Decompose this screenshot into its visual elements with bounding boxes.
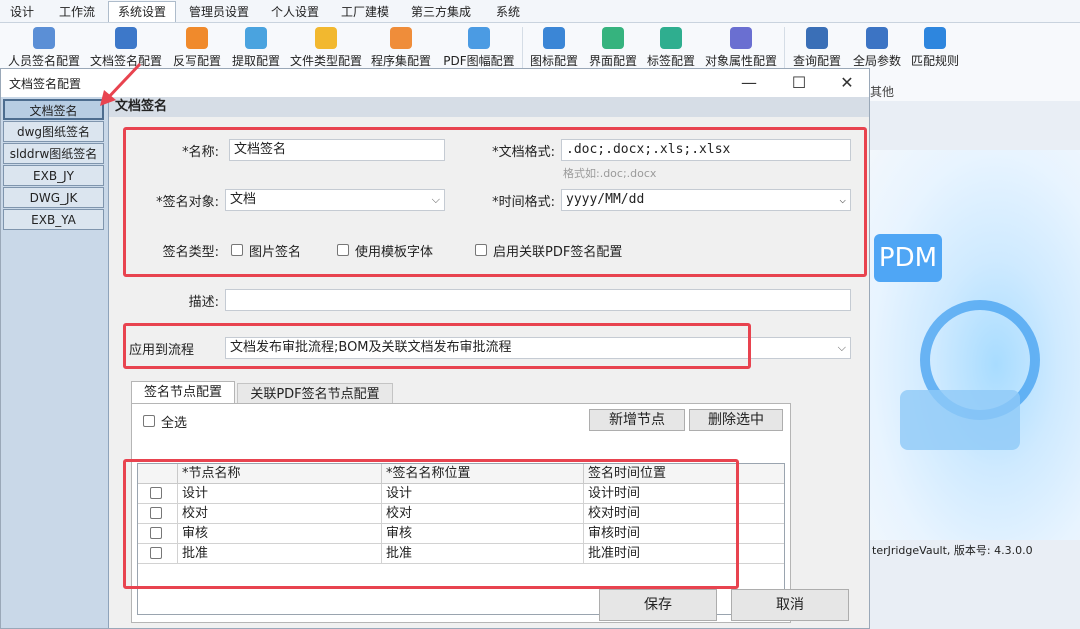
ribbon-user-signature[interactable]: 人员签名配置	[4, 27, 84, 69]
description-input[interactable]	[225, 289, 851, 311]
pdf-frame-icon	[468, 27, 490, 49]
target-icon	[924, 27, 946, 49]
window-icon	[602, 27, 624, 49]
highlight-box-workflow	[123, 323, 751, 369]
ribbon-pdf-frame[interactable]: PDF图幅配置	[438, 27, 520, 69]
ribbon-icon-config[interactable]: 图标配置	[526, 27, 582, 69]
ribbon-extract[interactable]: 提取配置	[228, 27, 284, 69]
close-button[interactable]: ✕	[827, 71, 867, 95]
ribbon-group-label: 其他	[870, 85, 895, 99]
menu-tab-third-party[interactable]: 第三方集成	[406, 2, 476, 22]
ribbon-query-config[interactable]: 查询配置	[788, 27, 846, 69]
tag-icon	[660, 27, 682, 49]
add-node-button[interactable]: 新增节点	[589, 409, 685, 431]
chevron-down-icon: ⌵	[837, 341, 846, 354]
ribbon-assembly[interactable]: 程序集配置	[368, 27, 434, 69]
pdm-logo-text: PDM	[874, 234, 942, 282]
menu-tab-system[interactable]: 系统	[488, 2, 528, 22]
menu-tab-admin-settings[interactable]: 管理员设置	[184, 2, 254, 22]
ribbon-object-attr[interactable]: 对象属性配置	[702, 27, 780, 69]
sliders-icon	[866, 27, 888, 49]
menu-tab-personal-settings[interactable]: 个人设置	[266, 2, 324, 22]
assembly-icon	[390, 27, 412, 49]
tab-pdf-signature-nodes[interactable]: 关联PDF签名节点配置	[237, 383, 393, 405]
highlight-box-basic	[123, 127, 867, 277]
form-header: 文档签名	[109, 97, 869, 117]
menu-bar: 设计 工作流 系统设置 管理员设置 个人设置 工厂建模 第三方集成 系统	[0, 0, 1080, 23]
ribbon-match-rules[interactable]: 匹配规则	[908, 27, 962, 69]
minimize-button[interactable]: —	[729, 71, 769, 95]
doc-signature-dialog: 文档签名配置 — ☐ ✕ 文档签名 dwg图纸签名 slddrw图纸签名 EXB…	[0, 68, 870, 629]
ribbon-global-params[interactable]: 全局参数	[850, 27, 904, 69]
layers-icon	[806, 27, 828, 49]
signature-form: 文档签名 *名称: 文档签名 *文档格式: .doc;.docx;.xls;.x…	[109, 97, 869, 628]
highlight-box-nodes	[123, 459, 739, 589]
user-icon	[33, 27, 55, 49]
delete-selected-button[interactable]: 删除选中	[689, 409, 783, 431]
select-all-checkbox[interactable]	[143, 415, 155, 427]
ribbon-file-type[interactable]: 文件类型配置	[288, 27, 364, 69]
file-type-icon	[315, 27, 337, 49]
platform-decoration	[900, 390, 1020, 450]
annotation-arrow-icon	[100, 62, 142, 106]
list-item-doc-signature[interactable]: 文档签名	[3, 99, 104, 120]
ribbon-tag-config[interactable]: 标签配置	[644, 27, 698, 69]
ribbon-ui-config[interactable]: 界面配置	[586, 27, 640, 69]
list-item-dwg-signature[interactable]: dwg图纸签名	[3, 121, 104, 142]
version-status: terJridgeVault, 版本号: 4.3.0.0	[872, 544, 1033, 557]
save-button[interactable]: 保存	[599, 589, 717, 621]
menu-tab-factory-modeling[interactable]: 工厂建模	[336, 2, 394, 22]
pdm-illustration: PDM	[870, 150, 1080, 540]
menu-tab-workflow[interactable]: 工作流	[54, 2, 100, 22]
icons-icon	[543, 27, 565, 49]
cancel-button[interactable]: 取消	[731, 589, 849, 621]
menu-tab-design[interactable]: 设计	[4, 2, 40, 22]
maximize-button[interactable]: ☐	[779, 71, 819, 95]
select-all-label: 全选	[161, 416, 188, 431]
list-item-exb-ya[interactable]: EXB_YA	[3, 209, 104, 230]
list-item-slddrw-signature[interactable]: slddrw图纸签名	[3, 143, 104, 164]
list-item-exb-jy[interactable]: EXB_JY	[3, 165, 104, 186]
dialog-title: 文档签名配置	[9, 77, 82, 91]
document-edit-icon	[115, 27, 137, 49]
signature-config-list: 文档签名 dwg图纸签名 slddrw图纸签名 EXB_JY DWG_JK EX…	[1, 97, 109, 628]
ribbon-writeback[interactable]: 反写配置	[170, 27, 224, 69]
nodes-icon	[730, 27, 752, 49]
writeback-icon	[186, 27, 208, 49]
menu-tab-system-settings[interactable]: 系统设置	[108, 1, 176, 22]
list-item-dwg-jk[interactable]: DWG_JK	[3, 187, 104, 208]
description-label: 描述:	[188, 295, 219, 310]
tab-signature-nodes[interactable]: 签名节点配置	[131, 381, 235, 403]
extract-icon	[245, 27, 267, 49]
